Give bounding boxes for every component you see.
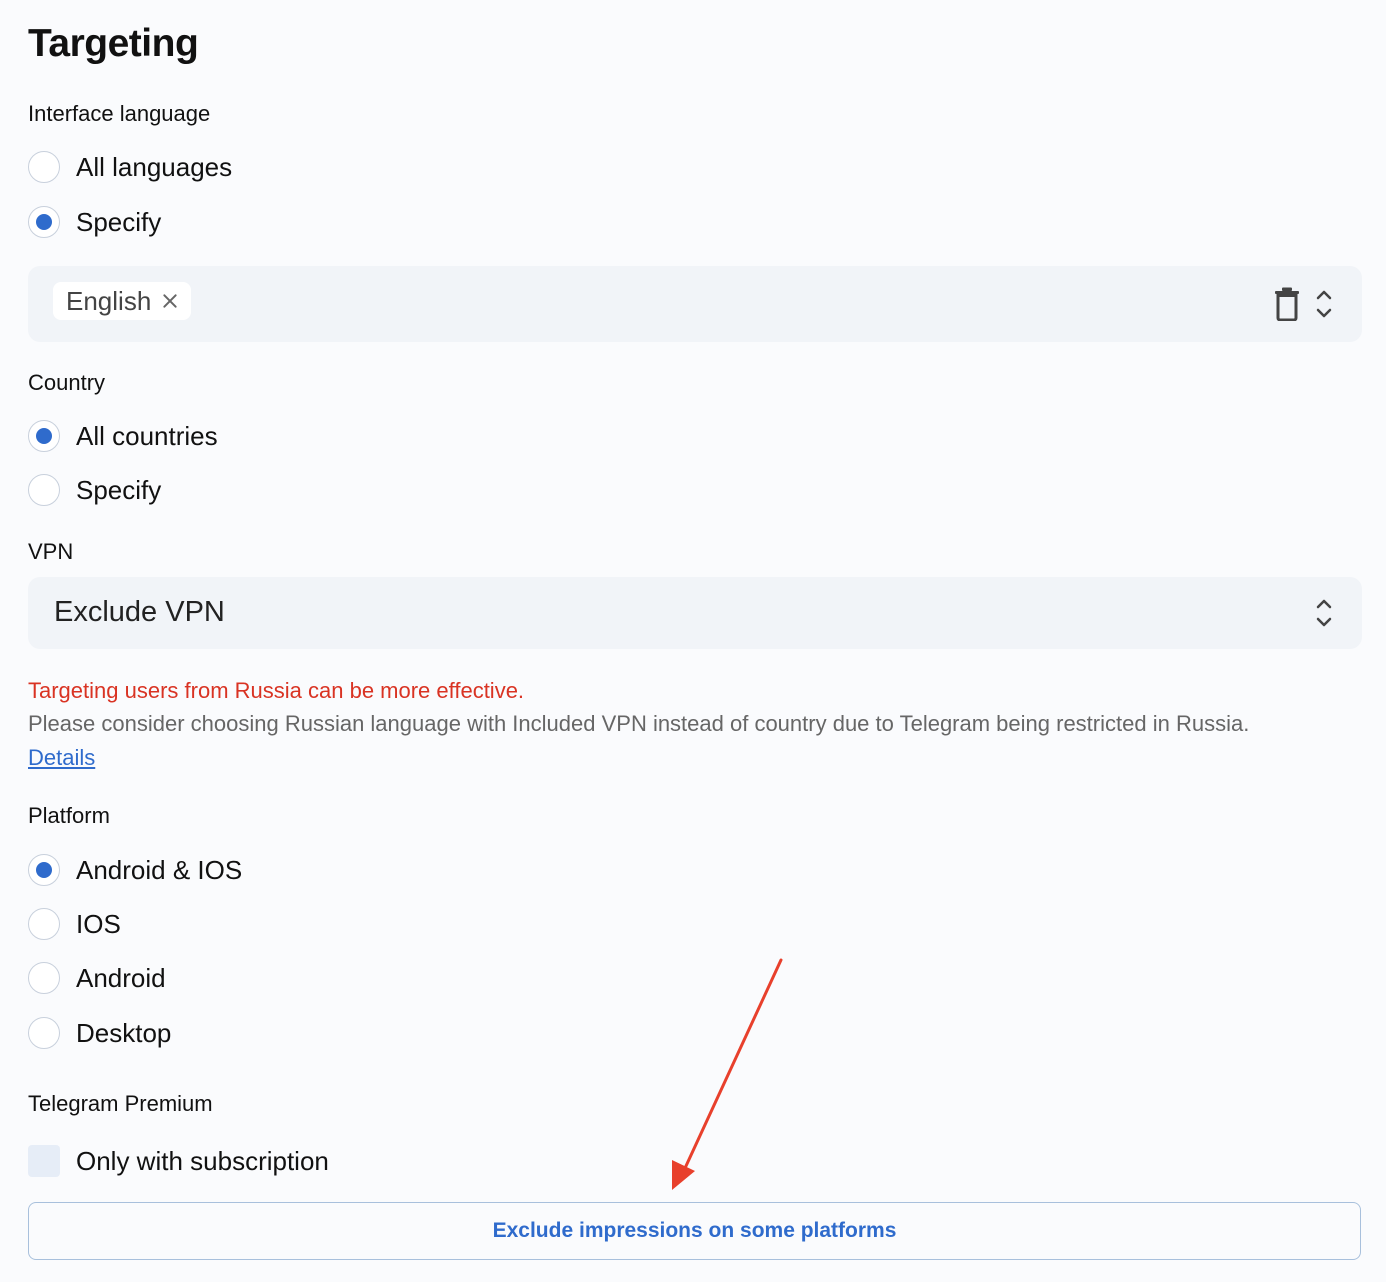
radio-circle[interactable]	[28, 962, 60, 994]
targeting-page: Targeting Interface language All languag…	[28, 0, 1362, 1282]
checkbox-label: Only with subscription	[76, 1145, 329, 1176]
radio-label: IOS	[76, 908, 121, 939]
checkbox-box[interactable]	[28, 1145, 60, 1177]
radio-label: Specify	[76, 206, 162, 237]
radio-all-countries[interactable]: All countries	[28, 419, 218, 453]
country-label: Country	[28, 370, 106, 395]
close-icon[interactable]	[161, 292, 179, 310]
radio-label: Desktop	[76, 1017, 172, 1048]
trash-icon[interactable]	[1274, 287, 1300, 321]
radio-specify-language[interactable]: Specify	[28, 205, 161, 239]
radio-label: All countries	[76, 420, 218, 451]
radio-android[interactable]: Android	[28, 961, 166, 995]
radio-label: Android & IOS	[76, 854, 243, 885]
radio-android-ios[interactable]: Android & IOS	[28, 853, 242, 887]
radio-circle[interactable]	[28, 151, 60, 183]
language-chip: English	[53, 282, 192, 320]
vpn-select-value: Exclude VPN	[54, 596, 225, 628]
radio-label: Android	[76, 962, 166, 993]
telegram-premium-label: Telegram Premium	[28, 1091, 213, 1116]
radio-label: All languages	[76, 151, 233, 182]
radio-circle[interactable]	[28, 420, 60, 452]
language-multiselect[interactable]: English	[28, 266, 1362, 342]
radio-specify-country[interactable]: Specify	[28, 473, 161, 507]
chevron-up-down-icon[interactable]	[1314, 288, 1334, 320]
radio-circle[interactable]	[28, 206, 60, 238]
radio-all-languages[interactable]: All languages	[28, 150, 232, 184]
warning-title: Targeting users from Russia can be more …	[28, 678, 525, 703]
vpn-label: VPN	[28, 539, 74, 564]
radio-desktop[interactable]: Desktop	[28, 1016, 171, 1050]
radio-label: Specify	[76, 474, 162, 505]
platform-label: Platform	[28, 803, 110, 828]
details-link[interactable]: Details	[28, 745, 95, 771]
chevron-up-down-icon[interactable]	[1314, 597, 1334, 629]
page-title: Targeting	[28, 22, 199, 65]
radio-circle[interactable]	[28, 908, 60, 940]
checkbox-only-subscription[interactable]: Only with subscription	[28, 1144, 329, 1178]
radio-circle[interactable]	[28, 474, 60, 506]
radio-circle[interactable]	[28, 1017, 60, 1049]
exclude-platforms-button[interactable]: Exclude impressions on some platforms	[28, 1202, 1361, 1260]
chip-label: English	[66, 285, 152, 316]
interface-language-label: Interface language	[28, 101, 211, 126]
radio-ios[interactable]: IOS	[28, 907, 121, 941]
vpn-select[interactable]: Exclude VPN	[28, 577, 1362, 649]
warning-text: Please consider choosing Russian languag…	[28, 711, 1250, 736]
radio-circle[interactable]	[28, 854, 60, 886]
